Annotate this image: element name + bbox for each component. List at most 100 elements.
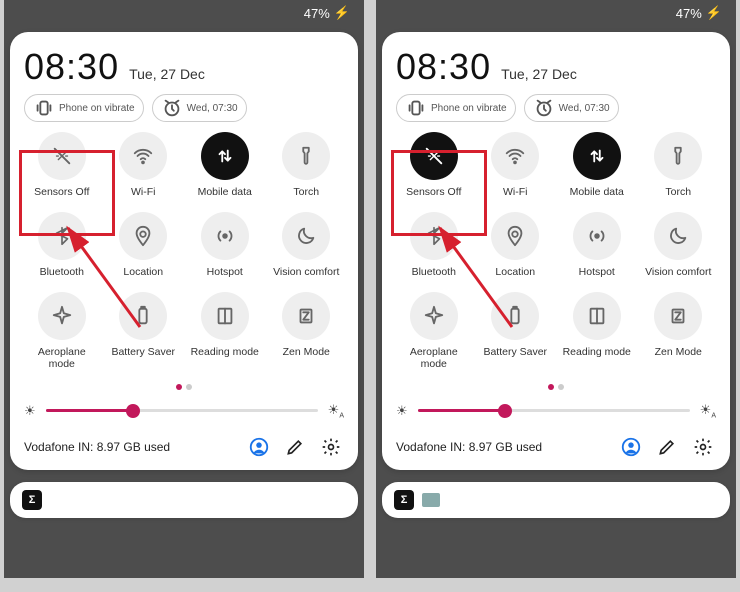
quick-settings-panel: 08:30Tue, 27 Dec Phone on vibrate Wed, 07:… bbox=[10, 32, 358, 470]
zen-icon bbox=[654, 292, 702, 340]
tile-torch[interactable]: Torch bbox=[641, 132, 717, 198]
tile-torch[interactable]: Torch bbox=[269, 132, 345, 198]
clock-time: 08:30 bbox=[396, 46, 491, 88]
tile-reading-mode[interactable]: Reading mode bbox=[559, 292, 635, 370]
brightness-low-icon: ☀ bbox=[396, 403, 408, 419]
chip-label: Phone on vibrate bbox=[431, 103, 507, 114]
tile-label: Location bbox=[123, 266, 163, 278]
chip-vibrate[interactable]: Phone on vibrate bbox=[396, 94, 516, 122]
tile-label: Hotspot bbox=[579, 266, 615, 278]
brightness-auto-icon[interactable]: ☀A bbox=[700, 402, 716, 420]
tile-bluetooth[interactable]: Bluetooth bbox=[24, 212, 100, 278]
airplane-icon bbox=[38, 292, 86, 340]
slider-thumb[interactable] bbox=[126, 404, 140, 418]
tile-label: Zen Mode bbox=[283, 346, 330, 358]
data-icon bbox=[573, 132, 621, 180]
tile-label: Bluetooth bbox=[40, 266, 84, 278]
sensors-off-icon bbox=[38, 132, 86, 180]
phone-before: 47% ⚡ 08:30Tue, 27 Dec Phone on vibrate Wed,… bbox=[4, 0, 364, 578]
charging-icon: ⚡ bbox=[334, 5, 350, 21]
tile-aeroplane-mode[interactable]: Aeroplane mode bbox=[24, 292, 100, 370]
tile-location[interactable]: Location bbox=[478, 212, 554, 278]
tile-hotspot[interactable]: Hotspot bbox=[559, 212, 635, 278]
notification-bar[interactable]: Σ bbox=[10, 482, 358, 518]
phone-after: 47%⚡08:30Tue, 27 DecPhone on vibrateWed,… bbox=[376, 0, 736, 578]
tile-hotspot[interactable]: Hotspot bbox=[187, 212, 263, 278]
slider-thumb[interactable] bbox=[498, 404, 512, 418]
carrier-usage: Vodafone IN: 8.97 GB used bbox=[24, 440, 170, 454]
tile-vision-comfort[interactable]: Vision comfort bbox=[641, 212, 717, 278]
notification-bar[interactable]: Σ bbox=[382, 482, 730, 518]
tile-mobile-data[interactable]: Mobile data bbox=[559, 132, 635, 198]
edit-tiles-button[interactable] bbox=[282, 434, 308, 460]
slider-fill bbox=[46, 409, 133, 412]
pager-dots bbox=[396, 384, 716, 390]
tile-battery-saver[interactable]: Battery Saver bbox=[106, 292, 182, 370]
tile-label: Torch bbox=[293, 186, 319, 198]
clock-time: 08:30 bbox=[24, 46, 119, 88]
user-switcher-button[interactable] bbox=[246, 434, 272, 460]
settings-button[interactable] bbox=[690, 434, 716, 460]
tile-label: Bluetooth bbox=[412, 266, 456, 278]
tile-label: Wi-Fi bbox=[131, 186, 156, 198]
brightness-slider[interactable]: ☀ ☀A bbox=[24, 402, 344, 420]
tile-label: Aeroplane mode bbox=[24, 346, 100, 370]
user-switcher-button[interactable] bbox=[618, 434, 644, 460]
edit-tiles-button[interactable] bbox=[654, 434, 680, 460]
panel-footer: Vodafone IN: 8.97 GB used bbox=[396, 434, 716, 460]
chip-label: Wed, 07:30 bbox=[187, 103, 238, 114]
tile-mobile-data[interactable]: Mobile data bbox=[187, 132, 263, 198]
location-icon bbox=[491, 212, 539, 260]
slider-track[interactable] bbox=[418, 409, 690, 412]
slider-track[interactable] bbox=[46, 409, 318, 412]
zen-icon bbox=[282, 292, 330, 340]
tile-sensors-off[interactable]: Sensors Off bbox=[24, 132, 100, 198]
tile-label: Sensors Off bbox=[406, 186, 461, 198]
alarm-icon bbox=[533, 97, 555, 119]
chip-vibrate[interactable]: Phone on vibrate bbox=[24, 94, 144, 122]
tile-zen-mode[interactable]: Zen Mode bbox=[641, 292, 717, 370]
data-icon bbox=[201, 132, 249, 180]
clock-row: 08:30Tue, 27 Dec bbox=[396, 46, 716, 88]
battery-percentage: 47% bbox=[304, 6, 330, 21]
tile-label: Vision comfort bbox=[273, 266, 339, 278]
chip-label: Wed, 07:30 bbox=[559, 103, 610, 114]
chip-alarm[interactable]: Wed, 07:30 bbox=[524, 94, 619, 122]
moon-icon bbox=[282, 212, 330, 260]
status-bar: 47% ⚡ bbox=[4, 0, 364, 26]
tile-label: Mobile data bbox=[570, 186, 624, 198]
tile-label: Hotspot bbox=[207, 266, 243, 278]
wifi-icon bbox=[119, 132, 167, 180]
torch-icon bbox=[654, 132, 702, 180]
tile-label: Mobile data bbox=[198, 186, 252, 198]
battery-icon bbox=[491, 292, 539, 340]
tile-reading-mode[interactable]: Reading mode bbox=[187, 292, 263, 370]
brightness-slider[interactable]: ☀ ☀A bbox=[396, 402, 716, 420]
tile-label: Reading mode bbox=[563, 346, 631, 358]
tile-battery-saver[interactable]: Battery Saver bbox=[478, 292, 554, 370]
screenshot-icon bbox=[422, 493, 440, 507]
tile-sensors-off[interactable]: Sensors Off bbox=[396, 132, 472, 198]
tile-wifi[interactable]: Wi-Fi bbox=[106, 132, 182, 198]
book-icon bbox=[201, 292, 249, 340]
clock-row: 08:30Tue, 27 Dec bbox=[24, 46, 344, 88]
location-icon bbox=[119, 212, 167, 260]
chip-alarm[interactable]: Wed, 07:30 bbox=[152, 94, 247, 122]
vibrate-icon bbox=[33, 97, 55, 119]
tile-location[interactable]: Location bbox=[106, 212, 182, 278]
tile-bluetooth[interactable]: Bluetooth bbox=[396, 212, 472, 278]
wifi-icon bbox=[491, 132, 539, 180]
vibrate-icon bbox=[405, 97, 427, 119]
tile-vision-comfort[interactable]: Vision comfort bbox=[269, 212, 345, 278]
slider-fill bbox=[418, 409, 505, 412]
settings-button[interactable] bbox=[318, 434, 344, 460]
tile-wifi[interactable]: Wi-Fi bbox=[478, 132, 554, 198]
tile-zen-mode[interactable]: Zen Mode bbox=[269, 292, 345, 370]
brightness-auto-icon[interactable]: ☀A bbox=[328, 402, 344, 420]
tile-label: Vision comfort bbox=[645, 266, 711, 278]
brightness-low-icon: ☀ bbox=[24, 403, 36, 419]
pager-dot bbox=[186, 384, 192, 390]
pager-dot bbox=[176, 384, 182, 390]
app-icon: Σ bbox=[22, 490, 42, 510]
tile-aeroplane-mode[interactable]: Aeroplane mode bbox=[396, 292, 472, 370]
